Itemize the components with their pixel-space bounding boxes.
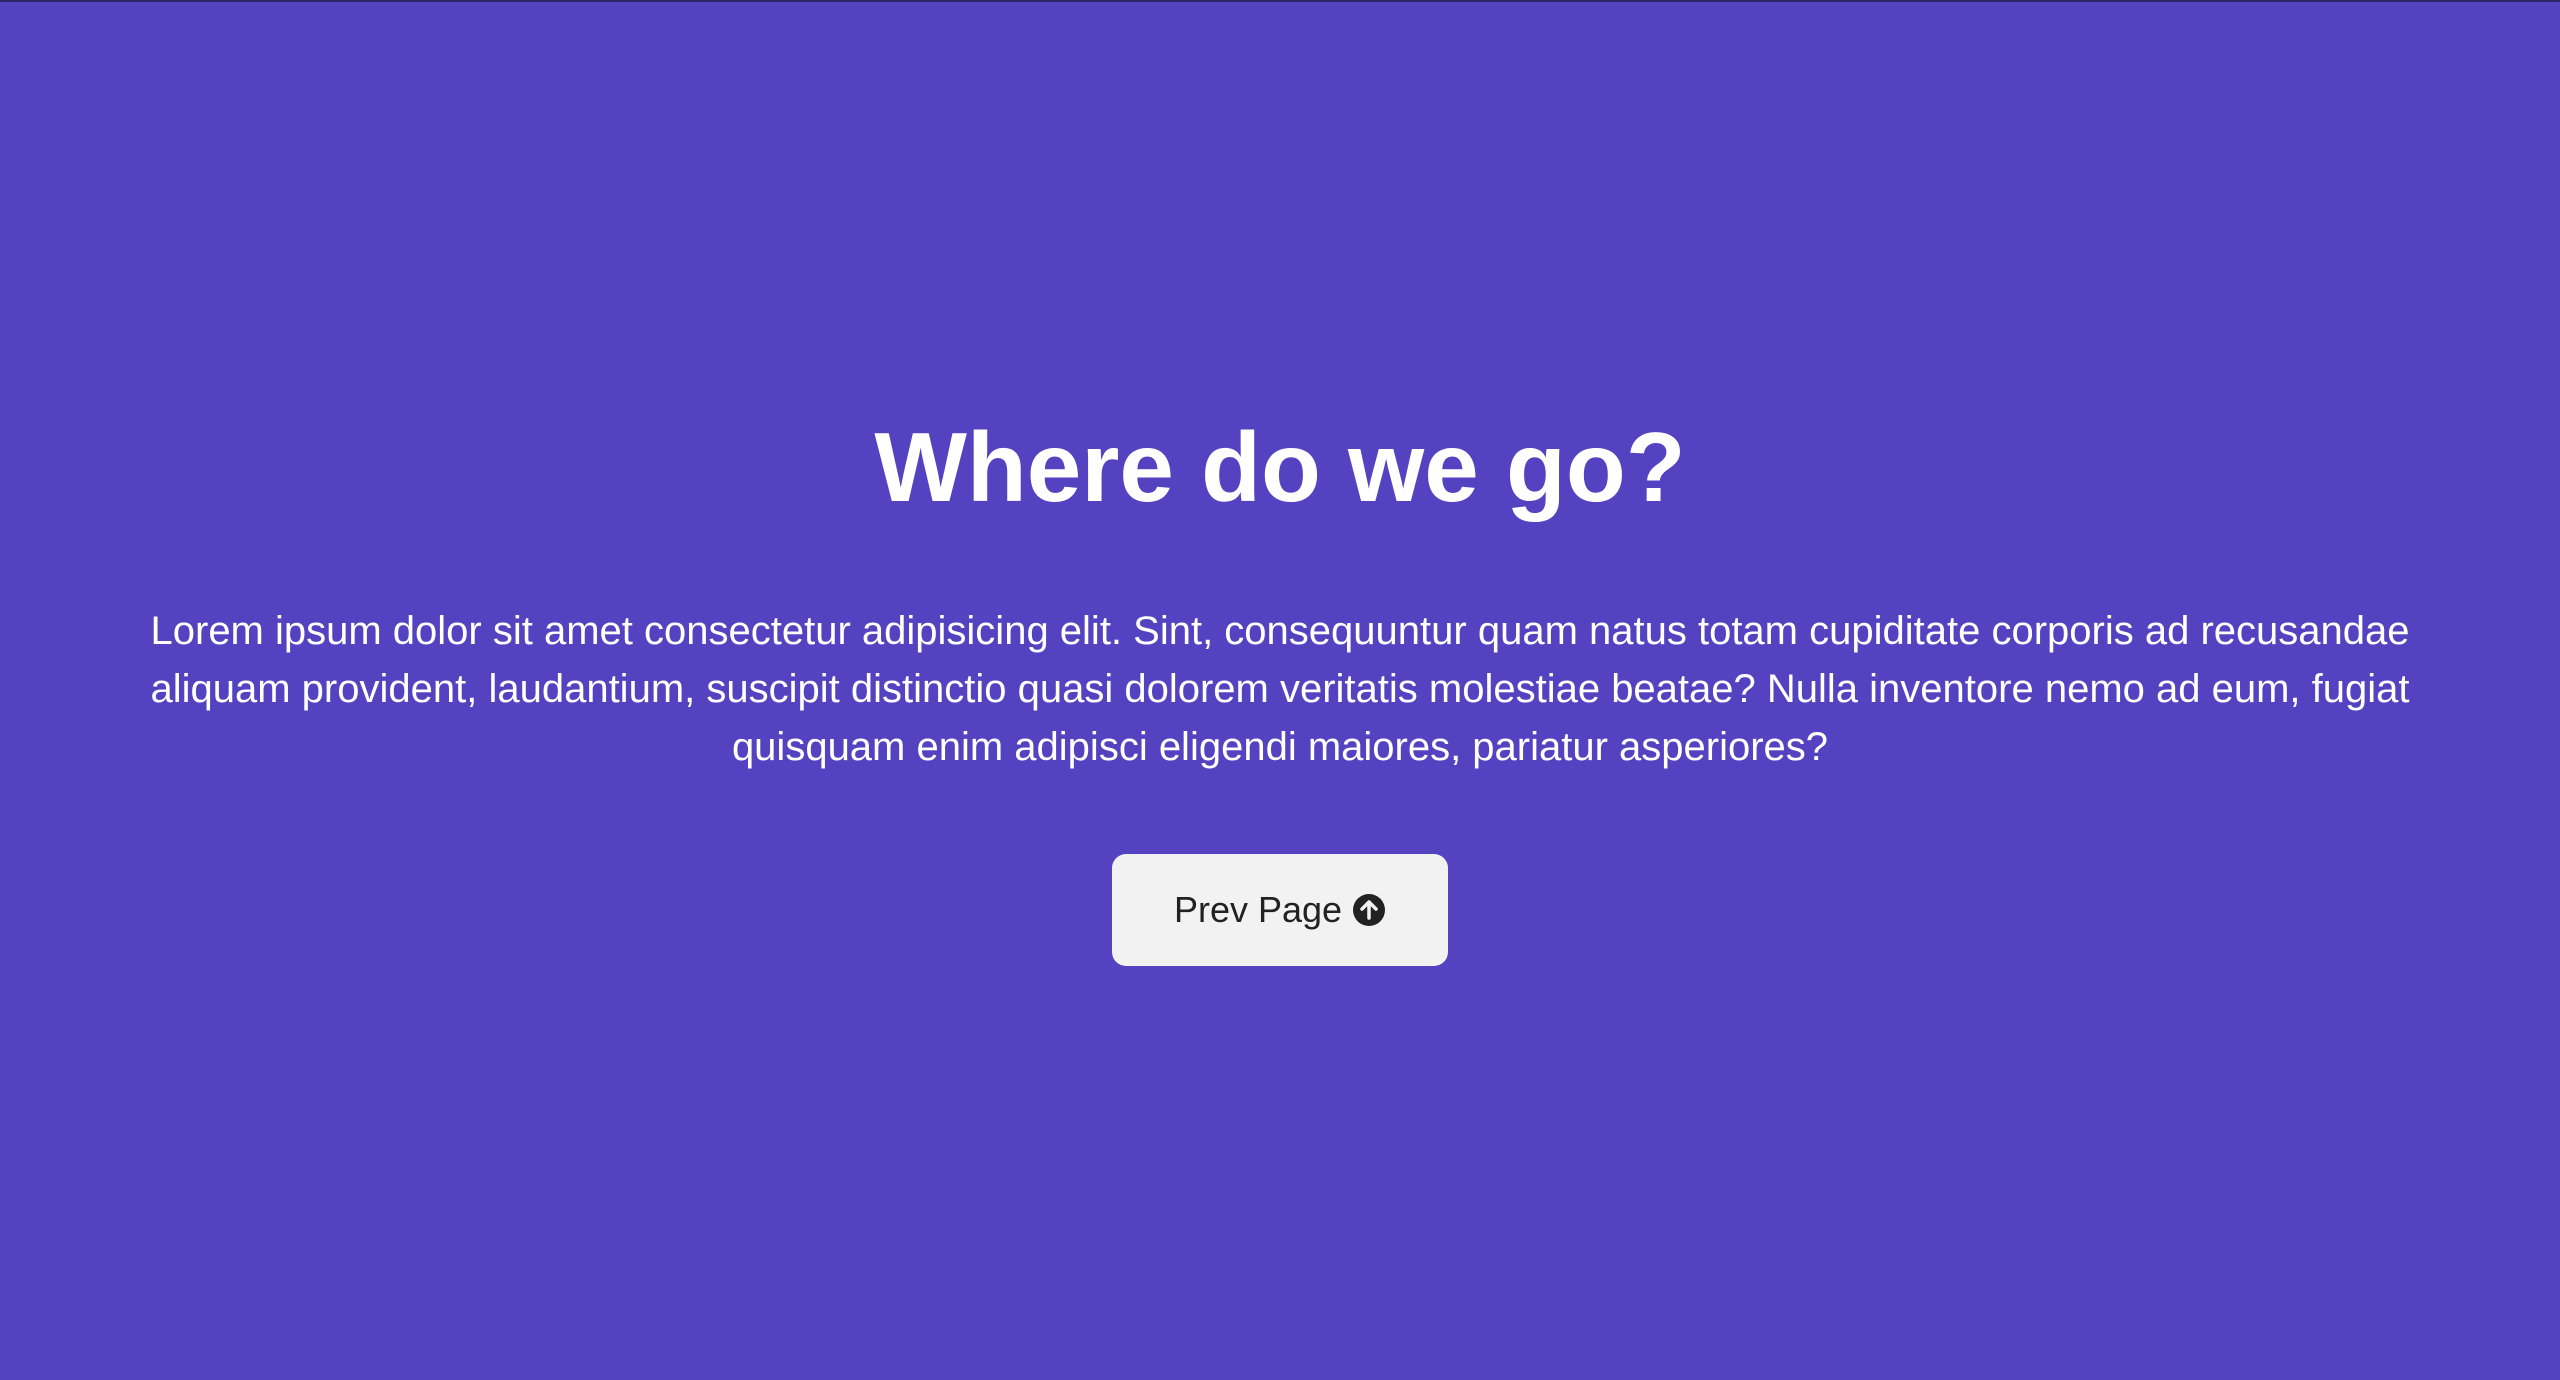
arrow-up-circle-icon <box>1352 893 1386 927</box>
prev-page-button[interactable]: Prev Page <box>1111 853 1449 966</box>
hero-section: Where do we go? Lorem ipsum dolor sit am… <box>0 0 2560 1380</box>
hero-description: Lorem ipsum dolor sit amet consectetur a… <box>150 608 2410 769</box>
prev-page-button-label: Prev Page <box>1173 888 1343 930</box>
page-title: Where do we go? <box>874 412 1686 523</box>
